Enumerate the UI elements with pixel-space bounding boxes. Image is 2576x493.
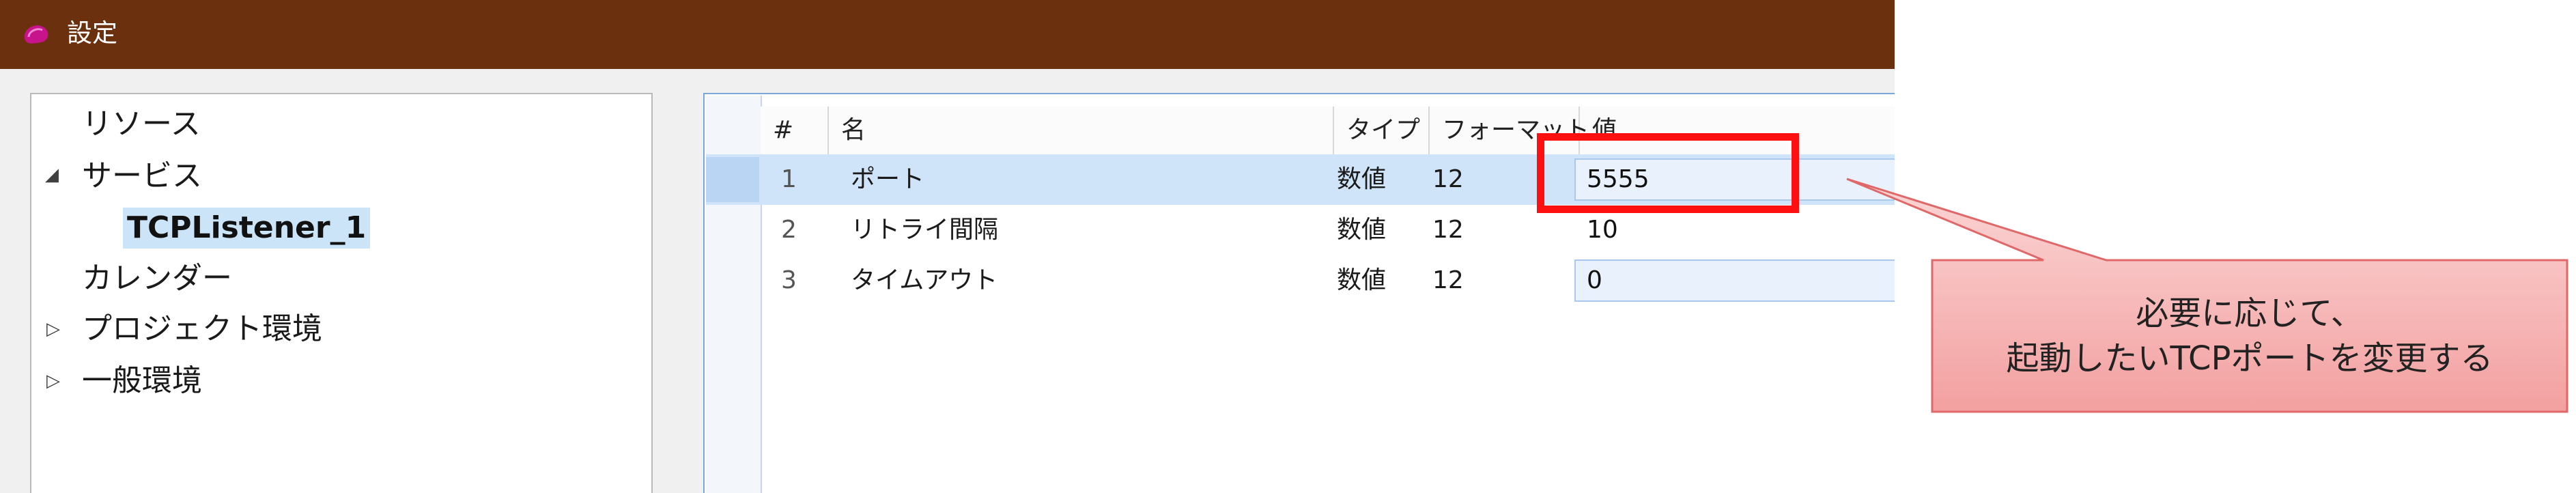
callout-line-2: 起動したいTCPポートを変更する: [2006, 339, 2493, 378]
callout-line-1: 必要に応じて、: [2136, 294, 2364, 333]
callout-bubble: [1846, 178, 2568, 413]
callout-text: 必要に応じて、 起動したいTCPポートを変更する: [1932, 262, 2567, 410]
